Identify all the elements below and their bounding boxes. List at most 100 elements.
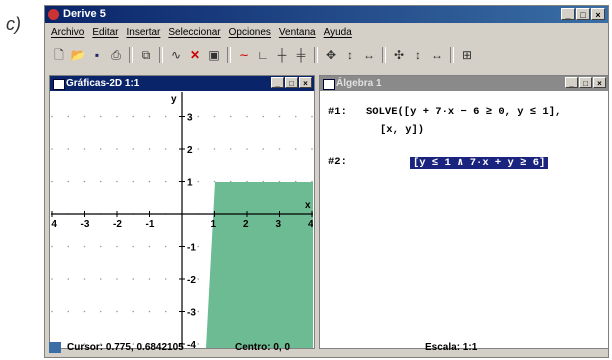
toolbar-separator [382,47,386,63]
delete-icon[interactable]: ✕ [187,47,203,63]
grid-point [148,278,151,280]
menu-editar[interactable]: Editar [92,25,118,41]
grid-point [132,278,135,280]
algebra-close-button[interactable]: × [593,77,606,88]
grid-point [132,115,135,118]
grid-point [197,310,200,313]
grid-point [67,180,70,183]
grid-point [148,115,151,118]
toolbar-separator [450,47,454,63]
grid-point [294,115,297,118]
grid-icon[interactable]: ┼ [274,47,290,63]
graph-close-button[interactable]: × [299,77,312,88]
menu-ayuda[interactable]: Ayuda [324,25,352,41]
window-icon[interactable]: ▣ [206,47,222,63]
graph-window-title[interactable]: Gráficas-2D 1:1 _ □ × [50,76,314,91]
grid-point [148,180,151,183]
grid-point [83,115,86,118]
grid-point [83,148,86,150]
x-tick-label: 1 [211,219,217,230]
expr-1[interactable]: SOLVE([y + 7·x − 6 ≥ 0, y ≤ 1], [366,106,561,118]
status-centro: Centro: 0, 0 [235,342,291,353]
grid2-icon[interactable]: ╪ [293,47,309,63]
y-tick-label: -2 [187,275,196,286]
algebra-minimize-button[interactable]: _ [565,77,578,88]
expr-2[interactable]: [y ≤ 1 ∧ 7·x + y ≥ 6] [410,156,549,169]
grid-point [132,245,135,248]
grid-point [83,310,86,313]
grid-point [99,180,102,183]
menu-archivo[interactable]: Archivo [51,25,84,41]
menu-insertar[interactable]: Insertar [126,25,160,41]
close-button[interactable]: × [591,8,605,20]
menu-opciones[interactable]: Opciones [229,25,271,41]
horizontal-icon[interactable]: ↔ [361,47,377,63]
grid-point [83,180,86,183]
grid-point [197,148,200,150]
x-tick-label: 3 [276,219,282,230]
grid-point [116,180,118,183]
grid-point [197,115,200,118]
zoom-icon[interactable]: ✣ [391,47,407,63]
x-tick-label: 2 [243,219,249,230]
algebra-maximize-button[interactable]: □ [579,77,592,88]
approximate-icon[interactable]: ∿ [168,47,184,63]
grid-point [116,245,118,248]
grid-point [99,310,102,313]
grid-point [51,278,53,280]
graph-minimize-button[interactable]: _ [271,77,284,88]
table-icon[interactable]: ⊞ [459,47,475,63]
y-axis-label: y [171,94,177,105]
graph-maximize-button[interactable]: □ [285,77,298,88]
toolbar-separator [314,47,318,63]
zoom-vertical-icon[interactable]: ↕ [410,47,426,63]
grid-point [148,245,151,248]
grid-point [116,310,118,313]
title-bar[interactable]: Derive 5 _ □ × [45,6,608,23]
plot-icon[interactable]: ∼ [236,47,252,63]
expr-1-continuation[interactable]: [x, y]) [380,124,424,136]
grid-point [51,148,53,150]
x-axis-label: x [305,200,311,211]
menu-ventana[interactable]: Ventana [279,25,316,41]
menu-seleccionar[interactable]: Seleccionar [168,25,220,41]
grid-point [67,115,70,118]
axes-icon[interactable]: ∟ [255,47,271,63]
save-icon[interactable]: ▪ [89,47,105,63]
solution-region [206,182,313,348]
new-icon[interactable]: 🗋 [51,47,67,63]
print-icon[interactable]: ⎙ [108,47,124,63]
expr-2-result[interactable]: [y ≤ 1 ∧ 7·x + y ≥ 6] [410,157,549,169]
status-bar: Cursor: 0.775, 0.6842105 Centro: 0, 0 Es… [45,339,608,357]
graph-window-icon [53,79,65,90]
toolbar-separator [159,47,163,63]
grid-point [164,180,167,183]
grid-point [51,310,53,313]
grid-point [229,115,232,118]
app-icon [48,9,59,20]
graph-window[interactable]: Gráficas-2D 1:1 _ □ × -4 -3 -2 -1 1 2 3 4 3 2 1 -1… [49,75,315,349]
grid-point [148,148,151,150]
minimize-button[interactable]: _ [561,8,575,20]
maximize-button[interactable]: □ [576,8,590,20]
algebra-window-title[interactable]: Álgebra 1 _ □ × [320,76,608,91]
move-icon[interactable]: ✥ [323,47,339,63]
vertical-icon[interactable]: ↕ [342,47,358,63]
y-tick-label: -3 [187,308,196,319]
grid-point [164,310,167,313]
grid-point [262,148,265,150]
grid-point [83,245,86,248]
zoom-horizontal-icon[interactable]: ↔ [429,47,445,63]
open-icon[interactable]: 📂 [70,47,86,63]
copy-icon[interactable]: ⧉ [138,47,154,63]
grid-point [311,115,313,118]
plot-area[interactable]: -4-3-2-11234 321-1-2-3-4 x y [51,92,313,348]
algebra-window-icon [323,79,335,90]
expr-2-label: #2: [328,156,347,168]
y-tick-label: -1 [187,243,196,254]
grid-point [278,148,281,150]
grid-point [197,245,200,248]
grid-point [294,148,297,150]
algebra-content[interactable]: #1: SOLVE([y + 7·x − 6 ≥ 0, y ≤ 1], [x, … [320,92,608,348]
algebra-window[interactable]: Álgebra 1 _ □ × #1: SOLVE([y + 7·x − 6 ≥… [319,75,609,349]
